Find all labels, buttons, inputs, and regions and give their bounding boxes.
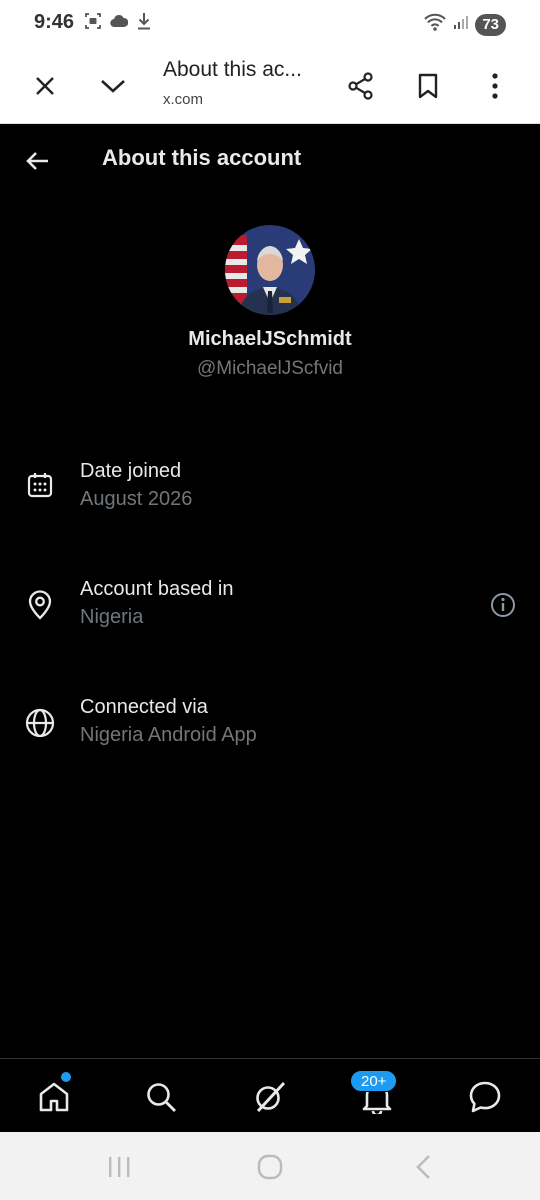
info-label: Account based in (80, 578, 234, 600)
close-icon[interactable] (25, 66, 65, 106)
page-header: About this account (0, 124, 540, 196)
system-nav-bar (0, 1132, 540, 1200)
info-label: Connected via (80, 696, 208, 718)
notifications-badge: 20+ (350, 1070, 398, 1092)
search-icon[interactable] (141, 1077, 181, 1117)
back-button-icon[interactable] (408, 1154, 438, 1180)
status-notification-icons (84, 12, 152, 35)
info-value: Nigeria (80, 606, 144, 628)
messages-icon[interactable] (465, 1077, 505, 1117)
status-bar: 9:46 73 (0, 0, 540, 46)
info-row-connected-via: Connected via Nigeria Android App (0, 693, 540, 773)
info-value: August 2026 (80, 488, 193, 510)
cloud-icon (110, 14, 129, 33)
browser-toolbar: About this ac... x.com (0, 46, 540, 124)
back-arrow-icon[interactable] (20, 144, 54, 178)
info-label: Date joined (80, 460, 182, 482)
home-unread-dot (61, 1072, 71, 1082)
battery-indicator: 73 (475, 13, 506, 36)
display-name: MichaelJSchmidt (188, 328, 352, 350)
calendar-icon (22, 467, 58, 503)
info-icon[interactable] (488, 590, 518, 620)
browser-page-title[interactable]: About this ac... (163, 58, 313, 82)
info-row-date-joined: Date joined August 2026 (0, 456, 540, 536)
home-icon[interactable] (34, 1077, 74, 1117)
grok-icon[interactable] (250, 1077, 290, 1117)
bottom-nav: 20+ (0, 1058, 540, 1132)
recent-apps-icon[interactable] (104, 1154, 134, 1180)
avatar[interactable] (225, 225, 315, 315)
globe-icon (22, 705, 58, 741)
home-button-icon[interactable] (255, 1154, 285, 1180)
handle: @MichaelJScfvid (197, 358, 343, 379)
page-title: About this account (102, 145, 302, 170)
info-value: Nigeria Android App (80, 724, 257, 746)
chevron-down-icon[interactable] (93, 66, 133, 106)
screenshot-icon (84, 12, 102, 35)
wifi-icon (423, 12, 447, 37)
location-pin-icon (22, 587, 58, 623)
signal-icon (453, 14, 469, 35)
status-system-icons: 73 (423, 12, 506, 37)
more-vert-icon[interactable] (475, 66, 515, 106)
status-time: 9:46 (34, 11, 75, 33)
browser-url[interactable]: x.com (163, 91, 203, 108)
share-icon[interactable] (341, 66, 381, 106)
info-row-account-based-in: Account based in Nigeria (0, 575, 540, 655)
download-icon (136, 12, 152, 35)
bookmark-icon[interactable] (408, 66, 448, 106)
